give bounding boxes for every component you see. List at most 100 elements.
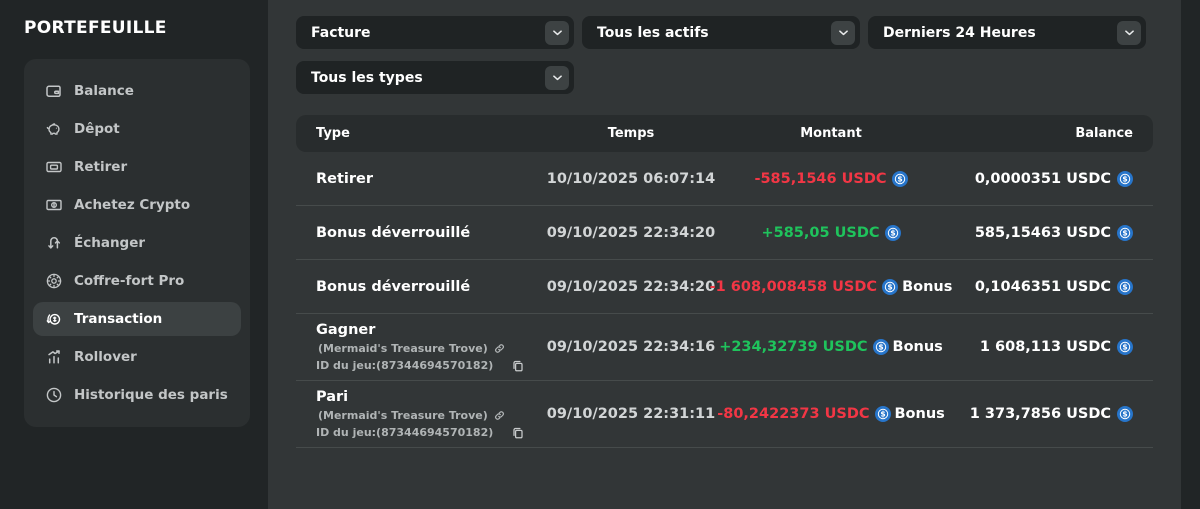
cell-type: Gagner (Mermaid's Treasure Trove) ID du … xyxy=(316,322,531,372)
cell-balance: 1 608,113 USDC $ xyxy=(931,339,1133,355)
amount-value: -80,2422373 USDC xyxy=(717,406,869,422)
usdc-icon: $ xyxy=(875,406,891,422)
main-content: Facture Tous les actifs Derniers 24 Heur… xyxy=(268,0,1181,509)
cell-amount: -80,2422373 USDC $ Bonus xyxy=(731,406,931,422)
game-id: ID du jeu:(87344694570182) xyxy=(316,359,493,372)
cell-time: 10/10/2025 06:07:14 xyxy=(531,171,731,187)
table-header: TypeTempsMontantBalance xyxy=(296,115,1153,152)
usdc-icon: $ xyxy=(1117,406,1133,422)
table-row: Pari (Mermaid's Treasure Trove) ID du je… xyxy=(296,381,1153,448)
swap-icon xyxy=(45,234,63,252)
filter-invoice-select[interactable]: Facture xyxy=(296,16,574,49)
cell-balance: 1 373,7856 USDC $ xyxy=(931,406,1133,422)
link-icon[interactable] xyxy=(494,410,505,421)
cell-time: 09/10/2025 22:34:20 xyxy=(531,279,731,295)
column-header-montant: Montant xyxy=(731,126,931,141)
game-id: ID du jeu:(87344694570182) xyxy=(316,426,493,439)
usdc-icon: $ xyxy=(873,339,889,355)
filter-selected-value: Tous les actifs xyxy=(597,25,709,41)
cell-balance: 0,1046351 USDC $ xyxy=(931,279,1133,295)
transaction-type: Bonus déverrouillé xyxy=(316,279,531,295)
filter-period-select[interactable]: Derniers 24 Heures xyxy=(868,16,1146,49)
cell-type: Retirer xyxy=(316,171,531,187)
chevron-down-icon[interactable] xyxy=(1117,21,1141,45)
filter-assets-select[interactable]: Tous les actifs xyxy=(582,16,860,49)
cell-amount: -1 608,008458 USDC $ Bonus xyxy=(731,279,931,295)
svg-text:$: $ xyxy=(897,174,902,183)
link-icon[interactable] xyxy=(494,343,505,354)
sidebar-item-retirer[interactable]: Retirer xyxy=(33,150,241,184)
table-body: Retirer 10/10/2025 06:07:14 -585,1546 US… xyxy=(296,152,1153,448)
table-row: Retirer 10/10/2025 06:07:14 -585,1546 US… xyxy=(296,152,1153,206)
svg-text:$: $ xyxy=(1122,410,1127,419)
filter-selected-value: Derniers 24 Heures xyxy=(883,25,1036,41)
sidebar-item-depot[interactable]: Dêpot xyxy=(33,112,241,146)
sidebar-item-rollover[interactable]: Rollover xyxy=(33,340,241,374)
page-title: PORTEFEUILLE xyxy=(24,18,268,38)
cell-balance: 585,15463 USDC $ xyxy=(931,225,1133,241)
cell-type: Pari (Mermaid's Treasure Trove) ID du je… xyxy=(316,389,531,439)
svg-text:$: $ xyxy=(1122,343,1127,352)
transaction-icon xyxy=(45,310,63,328)
sidebar-item-label: Transaction xyxy=(74,311,162,327)
chevron-down-icon[interactable] xyxy=(831,21,855,45)
cell-time: 09/10/2025 22:31:11 xyxy=(531,406,731,422)
sidebar-item-historique-des-paris[interactable]: Historique des paris xyxy=(33,378,241,412)
game-name: (Mermaid's Treasure Trove) xyxy=(318,342,488,355)
sidebar-item-balance[interactable]: Balance xyxy=(33,74,241,108)
sidebar-item-transaction[interactable]: Transaction xyxy=(33,302,241,336)
svg-text:$: $ xyxy=(890,228,895,237)
amount-value: +234,32739 USDC xyxy=(719,339,867,355)
cell-amount: -585,1546 USDC $ xyxy=(731,171,931,187)
transactions-table: TypeTempsMontantBalance Retirer 10/10/20… xyxy=(296,115,1153,448)
transaction-type: Gagner xyxy=(316,322,531,338)
cell-amount: +585,05 USDC $ xyxy=(731,225,931,241)
sidebar-item-achetez-crypto[interactable]: Achetez Crypto xyxy=(33,188,241,222)
withdraw-icon xyxy=(45,158,63,176)
game-name: (Mermaid's Treasure Trove) xyxy=(318,409,488,422)
column-header-type: Type xyxy=(316,126,531,141)
transaction-type: Pari xyxy=(316,389,531,405)
app-window: PORTEFEUILLE Balance Dêpot Retirer Achet… xyxy=(0,0,1200,509)
amount-value: -585,1546 USDC xyxy=(754,171,886,187)
column-header-temps: Temps xyxy=(531,126,731,141)
cell-time: 09/10/2025 22:34:20 xyxy=(531,225,731,241)
filters-bar: Facture Tous les actifs Derniers 24 Heur… xyxy=(296,16,1153,94)
sidebar-item-coffre-fort-pro[interactable]: Coffre-fort Pro xyxy=(33,264,241,298)
sidebar-item-label: Balance xyxy=(74,83,134,99)
history-icon xyxy=(45,386,63,404)
column-header-balance: Balance xyxy=(931,126,1133,141)
sidebar-item-label: Échanger xyxy=(74,235,145,251)
filter-selected-value: Facture xyxy=(311,25,371,41)
filter-selected-value: Tous les types xyxy=(311,70,423,86)
cell-type: Bonus déverrouillé xyxy=(316,225,531,241)
usdc-icon: $ xyxy=(882,279,898,295)
usdc-icon: $ xyxy=(885,225,901,241)
amount-value: -1 608,008458 USDC xyxy=(710,279,877,295)
table-row: Bonus déverrouillé 09/10/2025 22:34:20 -… xyxy=(296,260,1153,314)
sidebar: PORTEFEUILLE Balance Dêpot Retirer Achet… xyxy=(0,0,268,509)
sidebar-item-echanger[interactable]: Échanger xyxy=(33,226,241,260)
svg-text:$: $ xyxy=(1122,174,1127,183)
copy-icon[interactable] xyxy=(512,360,524,372)
sidebar-item-label: Rollover xyxy=(74,349,137,365)
sidebar-item-label: Historique des paris xyxy=(74,387,228,403)
balance-value: 1 373,7856 USDC xyxy=(970,406,1111,422)
chevron-down-icon[interactable] xyxy=(545,21,569,45)
transaction-type: Retirer xyxy=(316,171,531,187)
transaction-type: Bonus déverrouillé xyxy=(316,225,531,241)
balance-value: 585,15463 USDC xyxy=(975,225,1111,241)
amount-value: +585,05 USDC xyxy=(761,225,879,241)
filter-types-select[interactable]: Tous les types xyxy=(296,61,574,94)
chevron-down-icon[interactable] xyxy=(545,66,569,90)
balance-value: 0,0000351 USDC xyxy=(975,171,1111,187)
buy-crypto-icon xyxy=(45,196,63,214)
table-row: Gagner (Mermaid's Treasure Trove) ID du … xyxy=(296,314,1153,381)
usdc-icon: $ xyxy=(1117,339,1133,355)
vault-icon xyxy=(45,272,63,290)
usdc-icon: $ xyxy=(1117,279,1133,295)
sidebar-item-label: Achetez Crypto xyxy=(74,197,190,213)
svg-text:$: $ xyxy=(887,282,892,291)
copy-icon[interactable] xyxy=(512,427,524,439)
sidebar-item-label: Dêpot xyxy=(74,121,120,137)
